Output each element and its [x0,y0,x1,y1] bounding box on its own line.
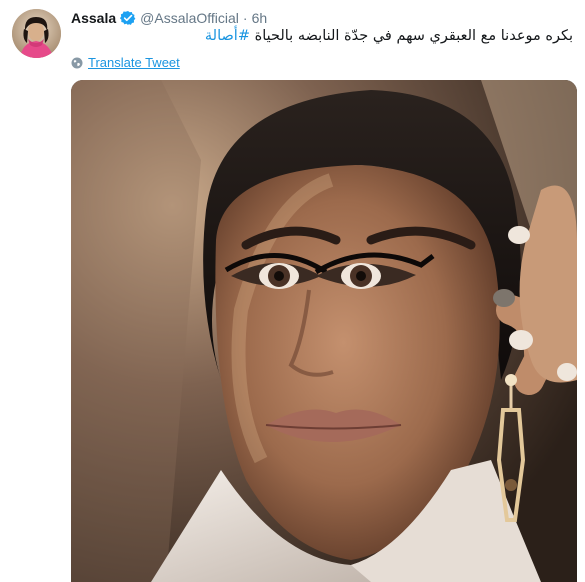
globe-icon [71,57,83,68]
tweet-header: Assala @AssalaOfficial · 6h [71,9,267,27]
hashtag-link[interactable]: #أصالة [205,28,250,44]
tweet: Assala @AssalaOfficial · 6h بكره موعدنا … [0,0,585,582]
display-name[interactable]: Assala [71,10,116,26]
tweet-timestamp[interactable]: 6h [252,10,268,26]
tweet-text: بكره موعدنا مع العبقري سهم في جدّة الناب… [205,28,573,44]
translate-label[interactable]: Translate Tweet [88,55,180,70]
portrait-photo [71,80,577,582]
avatar[interactable] [12,9,61,58]
verified-badge-icon [120,10,136,26]
translate-tweet-link[interactable]: Translate Tweet [71,55,180,70]
user-handle[interactable]: @AssalaOfficial [140,10,239,26]
tweet-photo[interactable] [71,80,577,582]
tweet-body: بكره موعدنا مع العبقري سهم في جدّة الناب… [254,28,573,44]
separator-dot: · [242,10,248,26]
